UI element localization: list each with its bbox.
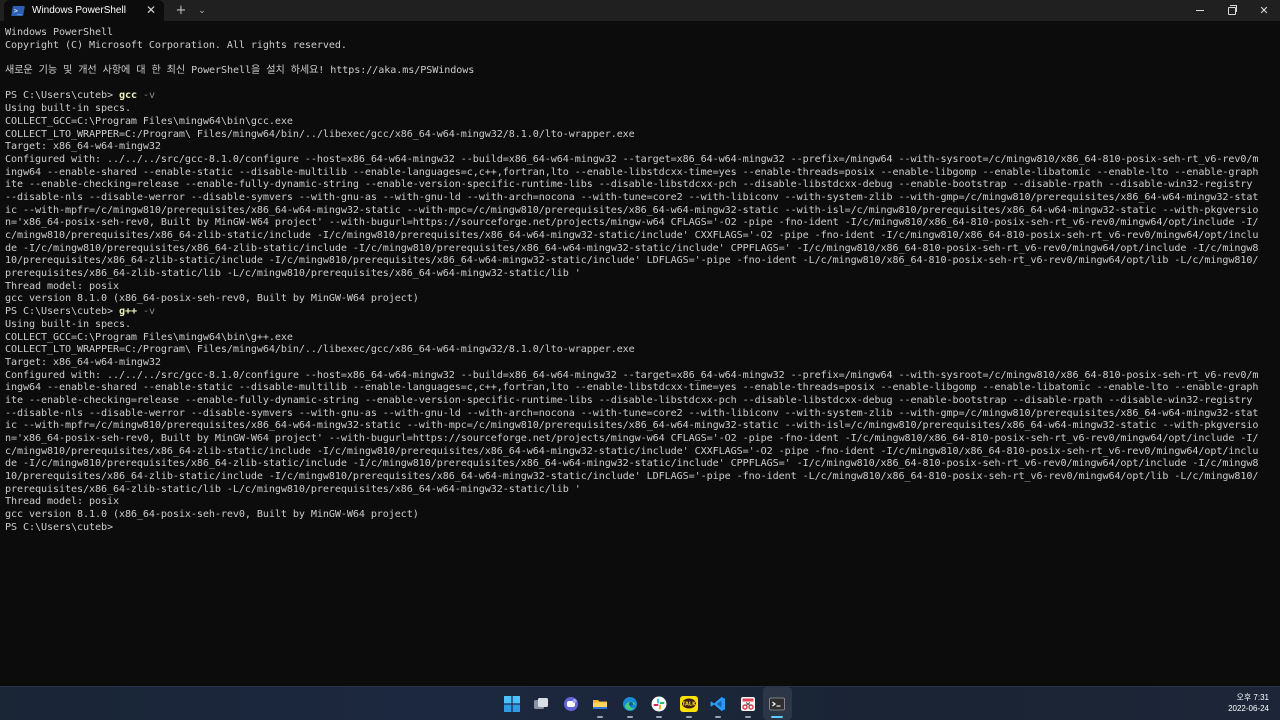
taskbar-app-snipping-tool[interactable] bbox=[733, 687, 763, 720]
slack-icon bbox=[651, 696, 667, 712]
prompt-text: PS C:\Users\cuteb> bbox=[5, 521, 113, 533]
terminal-line: Configured with: ../../../src/gcc-8.1.0/… bbox=[5, 369, 1259, 381]
maximize-button[interactable] bbox=[1216, 0, 1248, 21]
running-indicator bbox=[656, 716, 663, 718]
command-argument: -v bbox=[136, 306, 155, 318]
terminal-line: Using built-in specs. bbox=[5, 103, 131, 115]
terminal-line: COLLECT_LTO_WRAPPER=C:/Program\ Files/mi… bbox=[5, 128, 635, 140]
terminal-line: c/mingw810/prerequisites/x86_64-zlib-sta… bbox=[5, 230, 1259, 241]
taskbar-app-kakaotalk[interactable]: TALK bbox=[674, 687, 704, 720]
edge-icon bbox=[622, 696, 638, 712]
system-clock[interactable]: 오후 7:31 2022-06-24 bbox=[1228, 692, 1269, 714]
terminal-line: Thread model: posix bbox=[5, 496, 119, 508]
terminal-line: Target: x86_64-w64-mingw32 bbox=[5, 356, 161, 368]
windows-logo-icon bbox=[503, 695, 520, 712]
close-tab-icon[interactable]: ✕ bbox=[144, 0, 158, 21]
running-indicator bbox=[771, 716, 784, 718]
svg-text:TALK: TALK bbox=[682, 701, 697, 707]
terminal-line: --disable-nls --disable-werror --disable… bbox=[5, 407, 1259, 419]
terminal-line: 새로운 기능 및 개선 사항에 대 한 최신 PowerShell을 설치 하세… bbox=[5, 65, 475, 77]
terminal-line: ite --enable-checking=release --enable-f… bbox=[5, 394, 1253, 406]
prompt-text: PS C:\Users\cuteb> bbox=[5, 306, 119, 318]
restore-icon bbox=[1228, 4, 1237, 15]
minimize-icon bbox=[1196, 10, 1204, 11]
terminal-line: ingw64 --enable-shared --enable-static -… bbox=[5, 382, 1259, 394]
running-indicator bbox=[626, 716, 633, 718]
new-tab-button[interactable]: + bbox=[168, 0, 194, 21]
taskbar-app-terminal[interactable] bbox=[762, 687, 792, 720]
terminal-line: Using built-in specs. bbox=[5, 318, 131, 330]
folder-icon bbox=[592, 696, 608, 712]
terminal-line: --disable-nls --disable-werror --disable… bbox=[5, 191, 1259, 203]
terminal-output[interactable]: Windows PowerShell Copyright (C) Microsof… bbox=[5, 27, 1267, 682]
taskbar-app-file-explorer[interactable] bbox=[586, 687, 616, 720]
command-argument: -v bbox=[136, 90, 155, 102]
terminal-line: Windows PowerShell bbox=[5, 27, 113, 38]
terminal-line: 10/prerequisites/x86_64-zlib-static/incl… bbox=[5, 255, 1259, 267]
close-window-button[interactable]: ✕ bbox=[1248, 0, 1280, 21]
minimize-button[interactable] bbox=[1184, 0, 1216, 21]
terminal-line: Configured with: ../../../src/gcc-8.1.0/… bbox=[5, 153, 1259, 165]
taskbar-apps: TALK bbox=[497, 687, 792, 720]
running-indicator bbox=[685, 716, 692, 718]
prompt-line: PS C:\Users\cuteb> bbox=[5, 522, 1267, 535]
taskbar-app-chat[interactable] bbox=[556, 687, 586, 720]
command-text: gcc bbox=[118, 90, 137, 102]
snipping-tool-icon bbox=[740, 696, 756, 712]
terminal-line: Target: x86_64-w64-mingw32 bbox=[5, 141, 161, 153]
terminal-line: n='x86_64-posix-seh-rev0, Built by MinGW… bbox=[5, 217, 1259, 229]
vscode-icon bbox=[710, 696, 726, 712]
running-indicator bbox=[597, 716, 604, 718]
terminal-line: Copyright (C) Microsoft Corporation. All… bbox=[5, 39, 347, 51]
kakaotalk-icon: TALK bbox=[679, 695, 698, 712]
terminal-line: Thread model: posix bbox=[5, 280, 119, 292]
taskbar: TALK 오후 7:31 2022-06-24 bbox=[0, 686, 1280, 720]
title-bar: >_ Windows PowerShell ✕ + ⌄ ✕ bbox=[0, 0, 1280, 21]
terminal-line: ic --with-mpfr=/c/mingw810/prerequisites… bbox=[5, 420, 1259, 432]
prompt-line: PS C:\Users\cuteb> gcc -v bbox=[5, 90, 1267, 103]
command-text: g++ bbox=[118, 306, 137, 318]
terminal-line: n='x86_64-posix-seh-rev0, Built by MinGW… bbox=[5, 433, 1259, 444]
prompt-text: PS C:\Users\cuteb> bbox=[5, 90, 119, 102]
prompt-line: PS C:\Users\cuteb> g++ -v bbox=[5, 306, 1267, 319]
running-indicator bbox=[715, 716, 722, 718]
clock-time: 오후 7:31 bbox=[1236, 693, 1269, 702]
terminal-line: gcc version 8.1.0 (x86_64-posix-seh-rev0… bbox=[5, 509, 419, 521]
terminal-line: gcc version 8.1.0 (x86_64-posix-seh-rev0… bbox=[5, 293, 419, 305]
taskbar-app-vscode[interactable] bbox=[704, 687, 734, 720]
terminal-line: prerequisites/x86_64-zlib-static/lib -L/… bbox=[5, 483, 581, 495]
tab-title: Windows PowerShell bbox=[32, 5, 126, 16]
tab-dropdown-chevron-icon[interactable]: ⌄ bbox=[194, 0, 210, 21]
terminal-line: 10/prerequisites/x86_64-zlib-static/incl… bbox=[5, 471, 1259, 483]
powershell-icon: >_ bbox=[11, 5, 25, 16]
clock-date: 2022-06-24 bbox=[1228, 704, 1269, 713]
terminal-line: COLLECT_GCC=C:\Program Files\mingw64\bin… bbox=[5, 115, 293, 127]
terminal-line: COLLECT_GCC=C:\Program Files\mingw64\bin… bbox=[5, 331, 293, 343]
taskbar-app-edge[interactable] bbox=[615, 687, 645, 720]
taskbar-app-start[interactable] bbox=[497, 687, 527, 720]
terminal-line: c/mingw810/prerequisites/x86_64-zlib-sta… bbox=[5, 445, 1259, 457]
taskbar-app-slack[interactable] bbox=[645, 687, 675, 720]
terminal-line: prerequisites/x86_64-zlib-static/lib -L/… bbox=[5, 268, 581, 280]
terminal-icon bbox=[769, 696, 786, 712]
terminal-line: ite --enable-checking=release --enable-f… bbox=[5, 179, 1253, 191]
running-indicator bbox=[744, 716, 751, 718]
terminal-line: ic --with-mpfr=/c/mingw810/prerequisites… bbox=[5, 204, 1259, 216]
terminal-line: COLLECT_LTO_WRAPPER=C:/Program\ Files/mi… bbox=[5, 344, 635, 356]
task-view-icon bbox=[533, 696, 549, 712]
window-controls: ✕ bbox=[1184, 0, 1280, 21]
tab-windows-powershell[interactable]: >_ Windows PowerShell ✕ bbox=[4, 0, 164, 21]
chat-icon bbox=[563, 696, 579, 712]
terminal-line: de -I/c/mingw810/prerequisites/x86_64-zl… bbox=[5, 458, 1259, 470]
taskbar-app-task-view[interactable] bbox=[527, 687, 557, 720]
terminal-line: ingw64 --enable-shared --enable-static -… bbox=[5, 166, 1259, 178]
terminal-line: de -I/c/mingw810/prerequisites/x86_64-zl… bbox=[5, 242, 1259, 254]
